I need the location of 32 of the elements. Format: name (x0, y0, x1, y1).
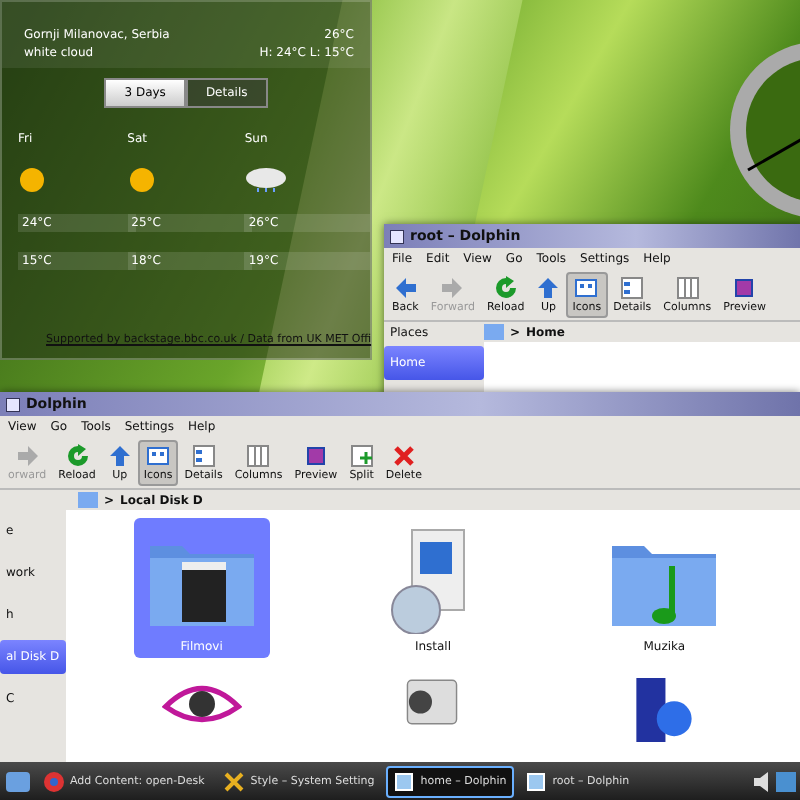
up-icon (536, 276, 561, 300)
forward-icon (440, 276, 465, 300)
rain-cloud-icon (244, 166, 289, 194)
computer-tower-icon (636, 678, 693, 742)
folder-icon (484, 324, 504, 340)
reload-icon (493, 276, 518, 300)
preview-icon (732, 276, 757, 300)
folder-icon (78, 492, 98, 508)
reload-icon (65, 444, 90, 468)
speaker-icon[interactable] (752, 771, 772, 791)
details-icon (191, 444, 216, 468)
split-icon (349, 444, 374, 468)
window-icon (6, 397, 20, 411)
file-manager-icon (526, 771, 547, 791)
icons-icon (574, 276, 599, 300)
back-icon (393, 276, 418, 300)
preview-icon (303, 444, 328, 468)
columns-icon (675, 276, 700, 300)
camcorder-icon (406, 678, 459, 726)
forward-icon (15, 444, 40, 468)
icons-icon (146, 444, 171, 468)
file-manager-icon (394, 771, 415, 791)
details-icon (620, 276, 645, 300)
delete-icon (391, 444, 416, 468)
sun-icon (127, 166, 156, 194)
window-icon (390, 229, 404, 243)
columns-icon (246, 444, 271, 468)
browser-icon (44, 771, 64, 791)
launcher-icon[interactable] (4, 769, 32, 793)
tools-icon (224, 771, 245, 791)
sun-icon (18, 166, 46, 194)
up-icon (107, 444, 132, 468)
